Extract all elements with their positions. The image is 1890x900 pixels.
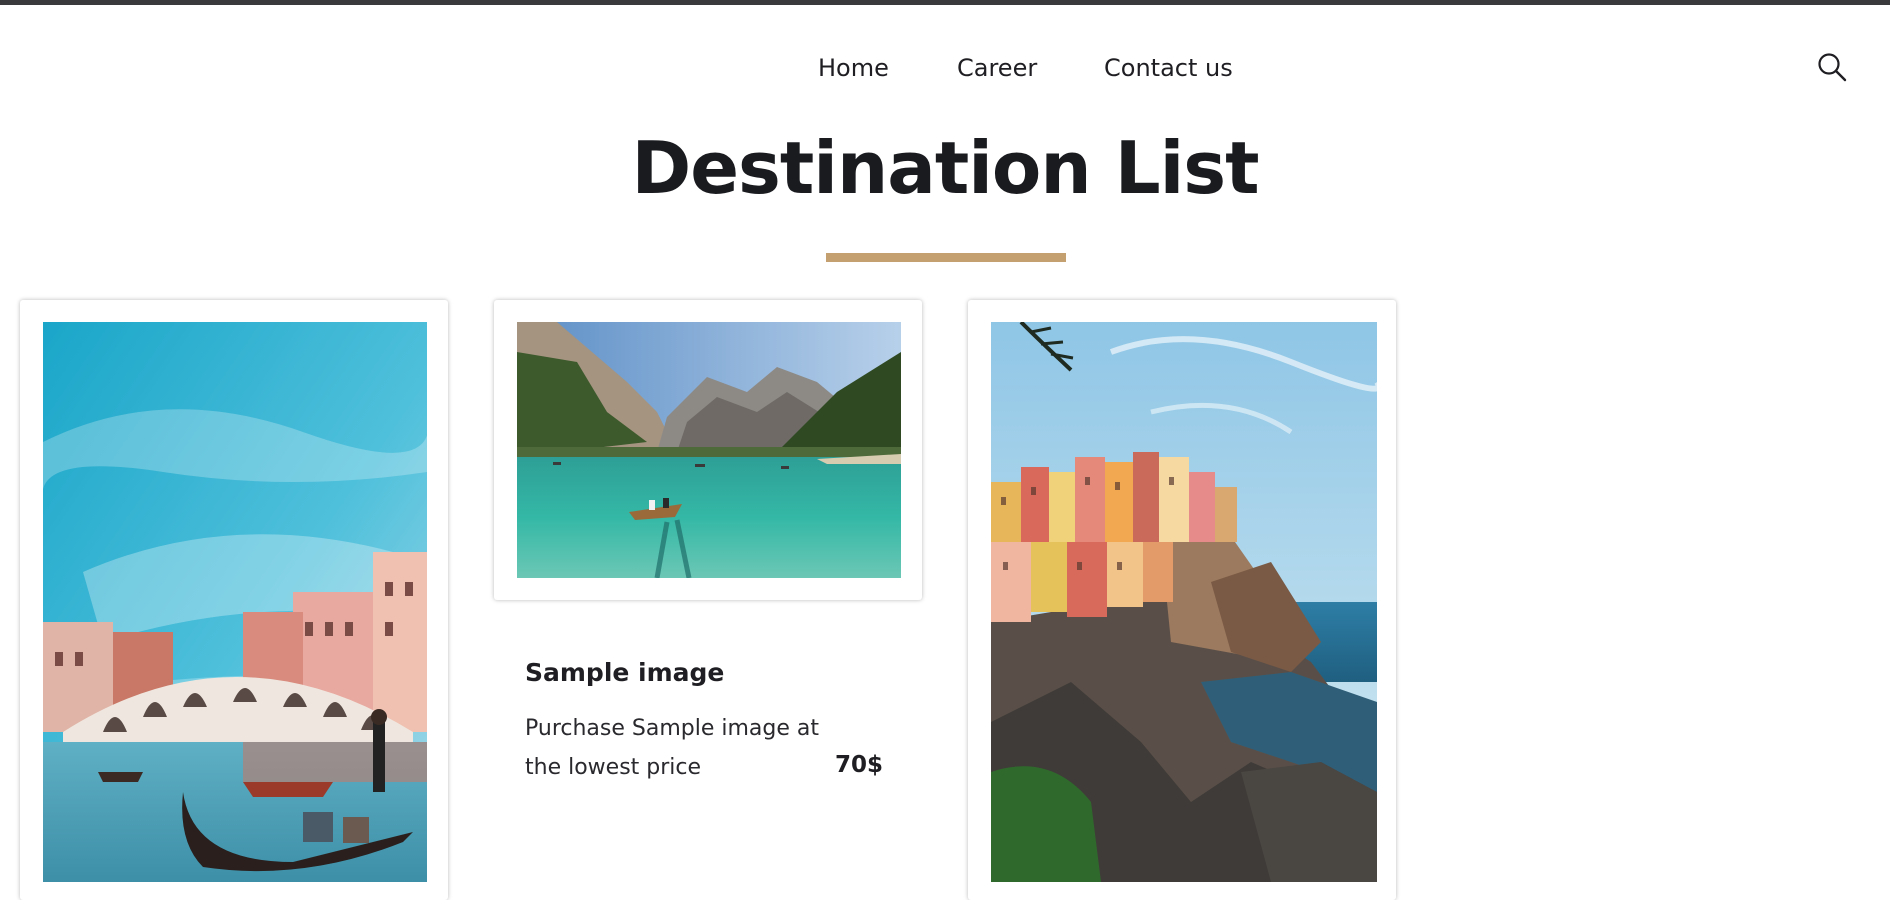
cinque-terre-photo <box>991 322 1377 882</box>
lake-photo <box>517 322 901 578</box>
caption-price: 70$ <box>835 752 884 778</box>
page-title: Destination List <box>631 126 1259 210</box>
caption-description: Purchase Sample image at the lowest pric… <box>525 716 820 780</box>
search-icon <box>1818 53 1847 82</box>
venice-photo <box>43 322 427 882</box>
destination-card-lake[interactable] <box>494 300 922 600</box>
search-button[interactable] <box>1816 51 1848 83</box>
nav-item-contact-us[interactable]: Contact us <box>1104 48 1233 88</box>
nav-item-home[interactable]: Home <box>818 48 889 88</box>
caption-title: Sample image <box>525 658 725 687</box>
destination-card-venice[interactable] <box>20 300 448 900</box>
featured-caption: Sample image Purchase Sample image at th… <box>525 655 885 780</box>
title-underline <box>826 253 1066 262</box>
top-border <box>0 0 1890 5</box>
nav-item-career[interactable]: Career <box>957 48 1037 88</box>
destination-card-cinque-terre[interactable] <box>968 300 1396 900</box>
main-nav: Home Career Contact us <box>0 48 1890 88</box>
